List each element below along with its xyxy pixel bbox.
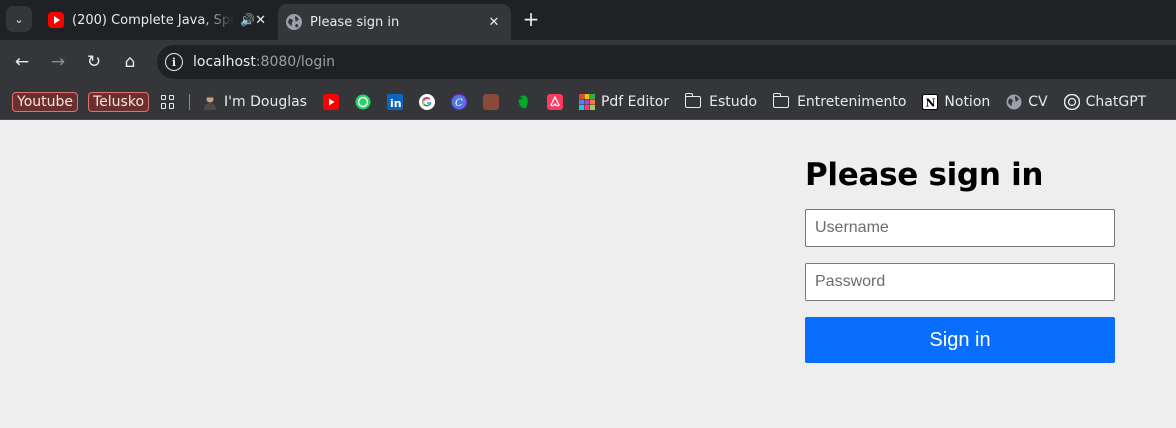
globe-icon (1006, 94, 1022, 110)
reload-icon: ↻ (86, 52, 102, 72)
bookmark-canva[interactable]: C (450, 93, 467, 110)
bookmark-evernote[interactable] (515, 94, 531, 110)
svg-text:N: N (926, 96, 936, 109)
youtube-icon (48, 12, 64, 28)
folder-icon (684, 92, 702, 108)
speaker-icon[interactable]: 🔊 (240, 13, 255, 27)
plus-icon: + (522, 7, 540, 31)
svg-text:C: C (455, 98, 463, 109)
bookmark-notebook[interactable] (482, 93, 499, 110)
globe-icon (286, 14, 302, 30)
tab-title: Please sign in (310, 14, 400, 30)
back-button[interactable]: ← (10, 50, 34, 74)
username-input[interactable] (805, 209, 1115, 247)
url-host: localhost (193, 54, 256, 70)
bookmarks-bar: Youtube Telusko I'm Douglas in C Pdf Edi… (0, 84, 1176, 120)
bookmarks-separator (189, 93, 191, 110)
avatar-icon (202, 94, 218, 110)
tab-search-button[interactable]: ⌄ (6, 6, 32, 32)
address-bar[interactable]: i localhost:8080/login (157, 45, 1176, 79)
site-info-icon[interactable]: i (165, 53, 183, 71)
bookmark-cv[interactable]: CV (1006, 93, 1048, 110)
canva-icon: C (450, 93, 467, 110)
forward-button[interactable]: → (46, 50, 70, 74)
bookmark-label: CV (1028, 93, 1048, 110)
close-icon[interactable]: ✕ (483, 15, 505, 30)
page-title: Please sign in (805, 157, 1044, 193)
browser-toolbar: ← → ↻ ⌂ i localhost:8080/login (0, 40, 1176, 84)
bookmark-label: Entretenimento (797, 93, 907, 110)
bookmark-whatsapp[interactable] (355, 94, 371, 110)
google-icon (418, 93, 435, 110)
home-icon: ⌂ (124, 52, 136, 72)
arrow-left-icon: ← (14, 52, 30, 72)
sign-in-button[interactable]: Sign in (805, 317, 1115, 363)
bookmark-label: ChatGPT (1085, 93, 1147, 110)
bookmark-linkedin[interactable]: in (386, 93, 403, 110)
bookmark-google[interactable] (418, 93, 435, 110)
tab-please-sign-in[interactable]: Please sign in ✕ (278, 4, 511, 40)
bookmark-label: Notion (944, 93, 991, 110)
bookmark-pdf-editor[interactable]: Pdf Editor (578, 93, 670, 110)
bookmark-notion[interactable]: N Notion (922, 93, 991, 110)
chevron-down-icon: ⌄ (14, 13, 24, 26)
tab-strip: ⌄ (200) Complete Java, Spring Boot, and … (0, 0, 1176, 40)
bookmark-label: Estudo (709, 93, 758, 110)
new-tab-button[interactable]: + (520, 8, 542, 30)
bookmark-youtube-icon[interactable] (322, 93, 339, 110)
chatgpt-icon (1063, 93, 1080, 110)
close-icon[interactable]: ✕ (255, 13, 266, 28)
bookmark-folder-entretenimento[interactable]: Entretenimento (772, 92, 907, 110)
apps-grid-icon[interactable] (161, 94, 175, 109)
url-path: :8080/login (255, 54, 336, 70)
home-button[interactable]: ⌂ (118, 50, 142, 74)
url-text: localhost:8080/login (193, 54, 335, 70)
page-content: Please sign in Sign in (0, 121, 1176, 428)
bookmark-im-douglas[interactable]: I'm Douglas (202, 94, 307, 110)
svg-text:in: in (390, 97, 402, 110)
airbnb-icon (546, 93, 563, 110)
tab-title: (200) Complete Java, Spring Boot, and Mi… (72, 12, 235, 28)
bookmark-label: I'm Douglas (224, 93, 307, 110)
whatsapp-icon (355, 94, 371, 110)
pdf-editor-icon (578, 93, 595, 110)
linkedin-icon: in (386, 93, 403, 110)
bookmark-chatgpt[interactable]: ChatGPT (1063, 93, 1147, 110)
bookmark-folder-estudo[interactable]: Estudo (684, 92, 758, 110)
password-input[interactable] (805, 263, 1115, 301)
bookmark-youtube[interactable]: Youtube (12, 91, 78, 112)
bookmark-airbnb[interactable] (546, 93, 563, 110)
reload-button[interactable]: ↻ (82, 50, 106, 74)
notebook-icon (482, 93, 499, 110)
youtube-icon (322, 93, 339, 110)
tab-youtube[interactable]: (200) Complete Java, Spring Boot, and Mi… (36, 0, 272, 40)
evernote-icon (515, 94, 531, 110)
bookmark-telusko[interactable]: Telusko (88, 91, 150, 112)
notion-icon: N (922, 93, 939, 110)
arrow-right-icon: → (50, 52, 66, 72)
bookmark-label: Pdf Editor (600, 93, 670, 110)
folder-icon (772, 92, 790, 108)
